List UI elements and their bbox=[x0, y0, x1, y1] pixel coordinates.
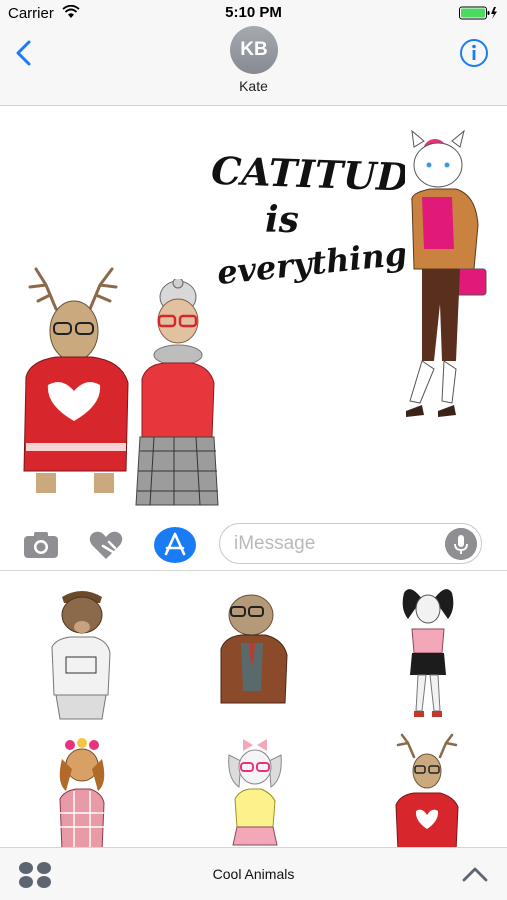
cat-coat-sticker[interactable] bbox=[400, 129, 490, 434]
sticker-text-line1: CATITUDE bbox=[210, 148, 405, 201]
microphone-icon[interactable] bbox=[445, 528, 477, 560]
conversation-area: CATITUDE is everything bbox=[0, 107, 507, 520]
llama-sweater-sticker[interactable] bbox=[134, 279, 220, 519]
back-button[interactable] bbox=[10, 38, 40, 68]
clock-label: 5:10 PM bbox=[225, 4, 282, 21]
imessage-field[interactable] bbox=[219, 523, 482, 564]
contact-name[interactable]: Kate bbox=[0, 78, 507, 94]
info-icon[interactable] bbox=[459, 38, 489, 68]
imessage-input[interactable] bbox=[234, 533, 434, 555]
sticker-text-line2: is bbox=[265, 199, 299, 241]
bear-jacket-sticker[interactable] bbox=[169, 571, 338, 731]
battery-icon bbox=[459, 6, 497, 20]
contact-avatar[interactable]: KB bbox=[230, 26, 278, 74]
deer-sweater-small-sticker[interactable] bbox=[338, 731, 507, 847]
catitude-text-sticker[interactable]: CATITUDE is everything bbox=[205, 137, 405, 287]
deer-sweater-sticker[interactable] bbox=[16, 257, 136, 507]
sticker-drawer bbox=[0, 570, 507, 847]
boar-sticker[interactable] bbox=[0, 571, 169, 731]
sticker-text-line3: everything bbox=[215, 234, 405, 287]
digital-touch-heart-icon[interactable] bbox=[87, 526, 125, 564]
camera-icon[interactable] bbox=[22, 526, 60, 564]
spaniel-flower-crown-sticker[interactable] bbox=[0, 731, 169, 847]
papillon-dog-sticker[interactable] bbox=[338, 571, 507, 731]
cat-pink-bow-sticker[interactable] bbox=[169, 731, 338, 847]
sticker-pack-title: Cool Animals bbox=[212, 866, 295, 882]
message-input-bar bbox=[0, 520, 507, 570]
conversation-header: KB Kate bbox=[0, 26, 507, 106]
chevron-up-icon[interactable] bbox=[461, 862, 489, 886]
status-bar: Carrier 5:10 PM bbox=[0, 0, 507, 26]
app-drawer-bar: Cool Animals bbox=[0, 847, 507, 900]
app-store-icon[interactable] bbox=[154, 526, 196, 564]
